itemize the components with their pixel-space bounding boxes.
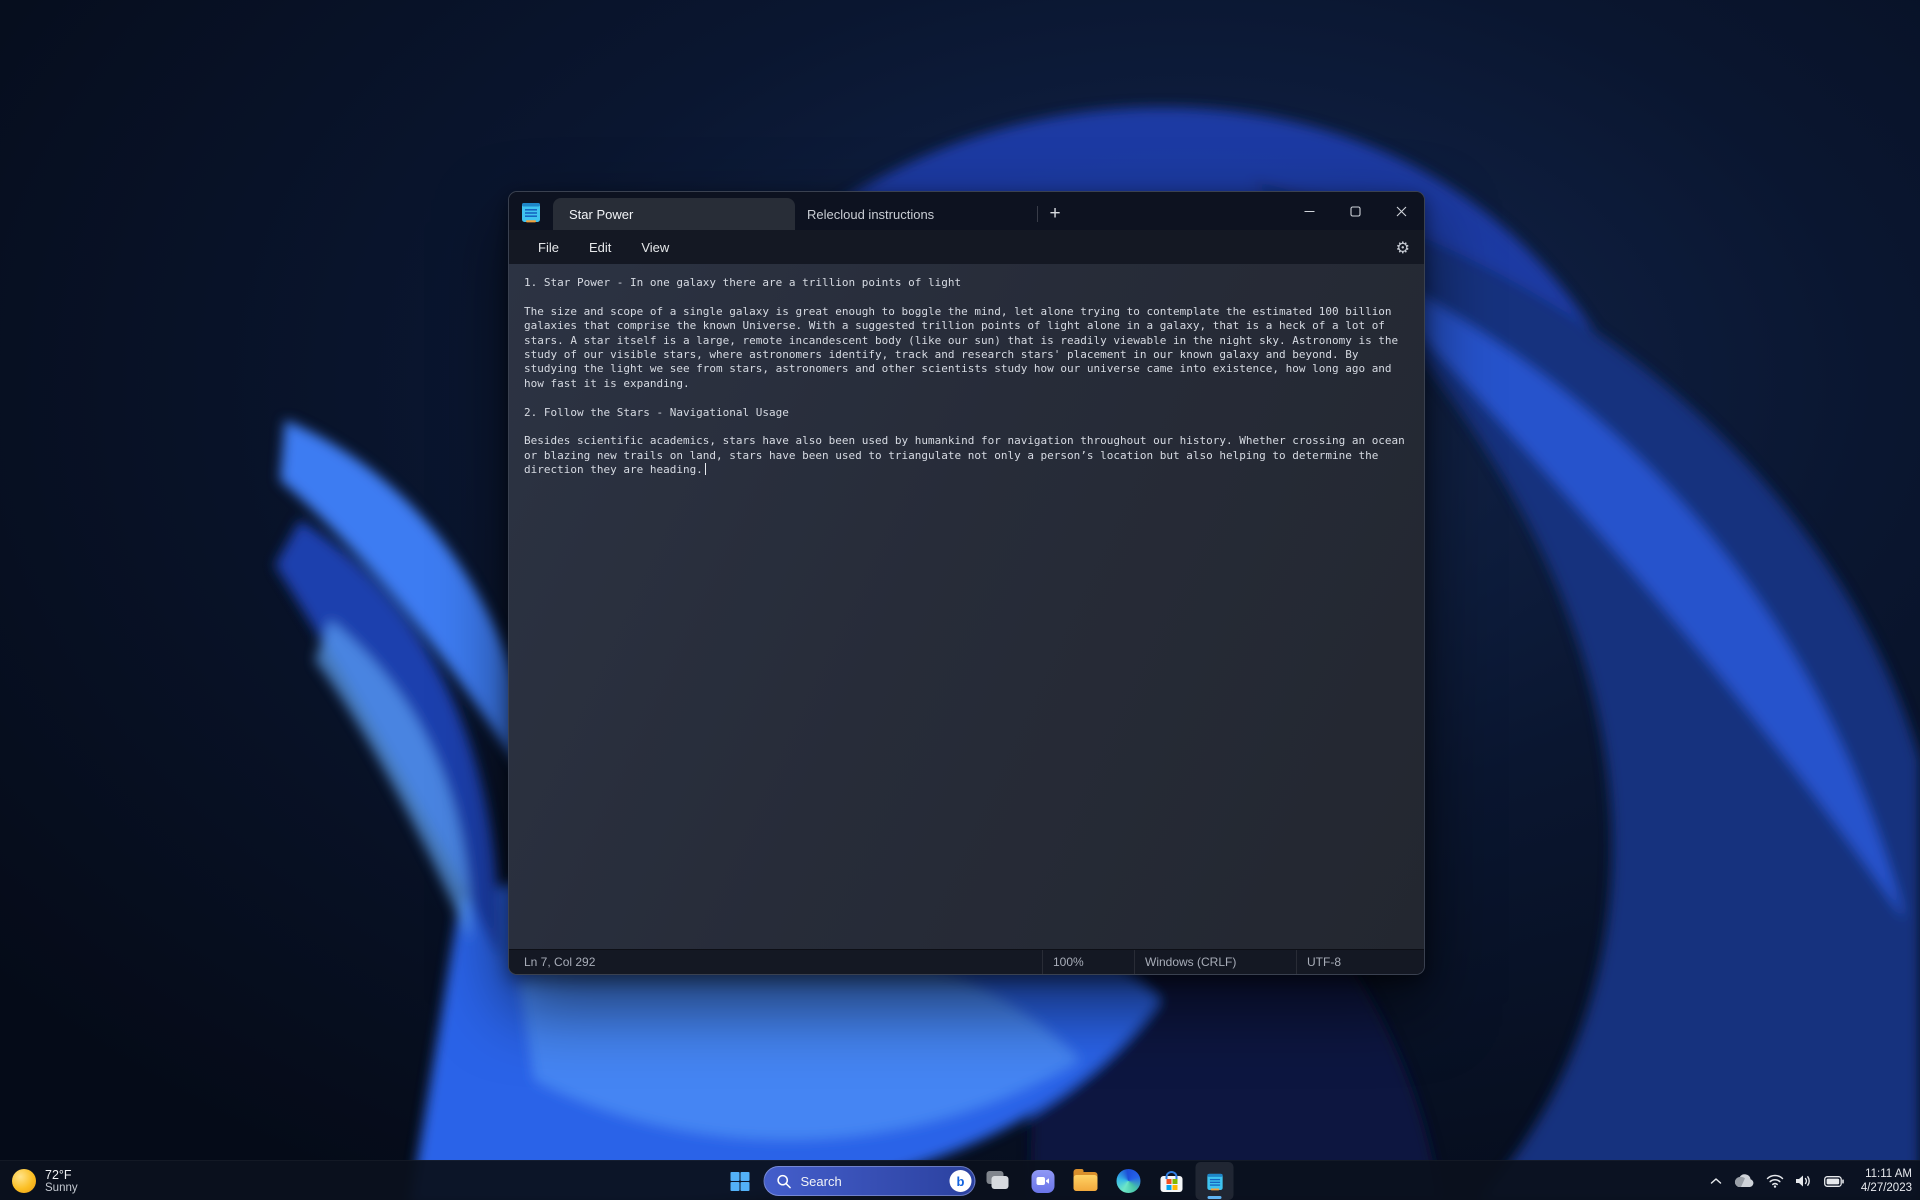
menu-bar-items: File Edit View	[523, 236, 684, 259]
tab-relecloud-instructions[interactable]: Relecloud instructions	[797, 198, 1037, 230]
battery-button[interactable]	[1823, 1175, 1844, 1187]
editor-line: study of our visible stars, where astron…	[524, 347, 1359, 361]
line-ending[interactable]: Windows (CRLF)	[1134, 950, 1296, 974]
edge-button[interactable]	[1110, 1162, 1148, 1200]
editor-line: direction they are heading.	[524, 463, 1409, 477]
editor-line: how fast it is expanding.	[524, 376, 690, 390]
battery-icon	[1823, 1175, 1844, 1187]
tray-time: 11:11 AM	[1865, 1168, 1912, 1180]
minimize-icon	[1304, 210, 1314, 212]
editor-line: or blazing new trails on land, stars hav…	[524, 448, 1379, 462]
maximize-button[interactable]	[1332, 192, 1378, 230]
onedrive-button[interactable]	[1733, 1174, 1755, 1188]
tab-label: Star Power	[569, 206, 634, 222]
search-box[interactable]: Search b	[763, 1166, 976, 1196]
editor-line: stars. A star itself is a large, remote …	[524, 333, 1399, 347]
editor-area[interactable]: 1. Star Power - In one galaxy there are …	[509, 264, 1424, 949]
menu-edit[interactable]: Edit	[577, 236, 623, 259]
notepad-window: Star Power Relecloud instructions + File…	[508, 191, 1425, 975]
bing-icon[interactable]: b	[949, 1170, 972, 1192]
show-hidden-icons-button[interactable]	[1710, 1177, 1722, 1185]
menu-view[interactable]: View	[629, 236, 681, 259]
encoding[interactable]: UTF-8	[1296, 950, 1424, 974]
zoom-level[interactable]: 100%	[1042, 950, 1134, 974]
weather-condition: Sunny	[45, 1181, 78, 1194]
close-icon	[1396, 206, 1406, 216]
edge-icon	[1116, 1169, 1141, 1193]
status-bar: Ln 7, Col 292 100% Windows (CRLF) UTF-8	[509, 949, 1424, 974]
text-caret	[704, 463, 706, 476]
cursor-position: Ln 7, Col 292	[524, 955, 596, 969]
editor-line: Besides scientific academics, stars have…	[524, 434, 1405, 448]
close-button[interactable]	[1378, 192, 1424, 230]
taskbar: 72°F Sunny Search b 11:11 AM 4/27/2023	[0, 1160, 1920, 1200]
chat-button[interactable]	[1024, 1162, 1062, 1200]
chat-icon	[1031, 1169, 1054, 1193]
task-view-icon	[981, 1162, 1019, 1200]
menu-bar: File Edit View ⚙	[509, 230, 1424, 264]
editor-text: 1. Star Power - In one galaxy there are …	[524, 276, 1409, 477]
title-bar[interactable]: Star Power Relecloud instructions +	[509, 192, 1424, 230]
tab-label: Relecloud instructions	[807, 206, 935, 222]
maximize-icon	[1349, 205, 1361, 217]
clock[interactable]: 11:11 AM 4/27/2023	[1861, 1167, 1912, 1195]
file-explorer-button[interactable]	[1067, 1162, 1105, 1200]
gear-icon: ⚙	[1395, 237, 1410, 257]
search-placeholder: Search	[800, 1173, 842, 1189]
sun-icon	[12, 1169, 36, 1193]
onedrive-cloud-icon	[1734, 1174, 1754, 1187]
editor-line: studying the light we see from stars, as…	[524, 362, 1392, 376]
wifi-icon	[1766, 1174, 1784, 1188]
editor-line: The size and scope of a single galaxy is…	[524, 304, 1392, 318]
editor-line: 2. Follow the Stars - Navigational Usage	[524, 405, 789, 419]
weather-widget[interactable]: 72°F Sunny	[12, 1161, 78, 1200]
chevron-up-icon	[1710, 1178, 1722, 1184]
menu-file[interactable]: File	[526, 236, 571, 259]
notepad-app-icon	[522, 203, 540, 223]
volume-icon	[1795, 1175, 1810, 1187]
plus-icon: +	[1049, 203, 1061, 224]
tab-star-power[interactable]: Star Power	[553, 198, 795, 230]
new-tab-button[interactable]: +	[1038, 198, 1072, 230]
start-button[interactable]	[721, 1162, 759, 1200]
settings-button[interactable]: ⚙	[1396, 230, 1410, 264]
weather-temp: 72°F	[45, 1167, 72, 1182]
store-button[interactable]	[1153, 1162, 1191, 1200]
windows-start-icon	[730, 1171, 749, 1191]
task-view-button[interactable]	[981, 1162, 1019, 1200]
editor-line: 1. Star Power - In one galaxy there are …	[524, 276, 962, 289]
network-button[interactable]	[1766, 1174, 1784, 1188]
notepad-taskbar-button[interactable]	[1195, 1162, 1234, 1200]
editor-line: galaxies that comprise the known Univers…	[524, 319, 1385, 333]
file-explorer-icon	[1073, 1168, 1098, 1191]
notepad-icon	[1206, 1173, 1223, 1190]
minimize-button[interactable]	[1286, 192, 1332, 230]
volume-button[interactable]	[1795, 1174, 1813, 1188]
store-icon	[1160, 1171, 1183, 1192]
search-icon	[777, 1174, 791, 1188]
tray-date: 4/27/2023	[1860, 1182, 1912, 1194]
